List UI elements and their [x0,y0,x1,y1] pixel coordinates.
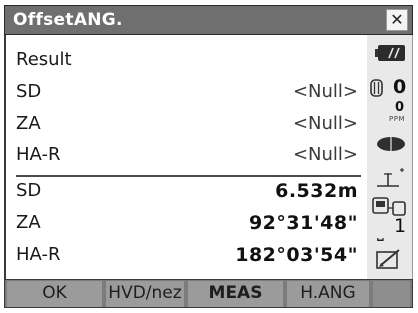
result-value: <Null> [292,144,358,165]
measured-label: SD [16,180,42,201]
instrument-screen: OffsetANG. ✕ Result SD <Null> ZA <Null> … [0,0,418,313]
face-number: 1 [394,215,407,237]
result-value: <Null> [292,113,358,134]
result-row-har: HA-R <Null> [16,140,358,170]
measured-value: 92°31'48" [248,212,358,234]
result-heading-row: Result [16,45,358,75]
measured-value: 182°03'54" [235,244,358,266]
softkey-meas[interactable]: MEAS [188,281,283,307]
result-label: HA-R [16,144,61,165]
close-button[interactable]: ✕ [386,9,408,31]
result-value: <Null> [292,81,358,102]
measured-label: ZA [16,212,41,233]
title-bar: OffsetANG. ✕ [4,5,413,35]
measured-row-sd: SD 6.532m [16,176,358,206]
ppm-value: 0 [395,100,405,115]
softkey-ok[interactable]: OK [7,281,102,307]
target-icon [377,137,405,151]
result-heading: Result [16,49,72,70]
face-mode-icon: ⎵ [377,222,384,242]
battery-icon [375,45,405,61]
ppm-label: PPM [389,115,405,123]
softkey-h-ang[interactable]: H.ANG [287,281,369,307]
prism-constant-value: 0 [393,76,407,98]
measured-row-za: ZA 92°31'48" [16,208,358,238]
result-label: ZA [16,113,41,134]
result-row-sd: SD <Null> [16,77,358,107]
result-row-za: ZA <Null> [16,109,358,139]
softkey-hvd-nez[interactable]: HVD/nez [106,281,184,307]
tilt-icon [377,168,404,187]
close-icon: ✕ [390,10,404,29]
softkey-bar: OK HVD/nez MEAS H.ANG [4,279,413,308]
edit-icon [376,249,400,269]
prism-constant-icon [370,79,383,97]
measured-label: HA-R [16,244,61,265]
result-label: SD [16,81,42,102]
measured-row-har: HA-R 182°03'54" [16,240,358,270]
main-content: Result SD <Null> ZA <Null> HA-R <Null> S… [4,35,367,279]
window-title: OffsetANG. [13,10,123,30]
measured-value: 6.532m [275,180,358,202]
softkey-empty[interactable] [373,281,410,307]
status-column: 0 0 PPM ⎵ 1 [367,35,413,279]
